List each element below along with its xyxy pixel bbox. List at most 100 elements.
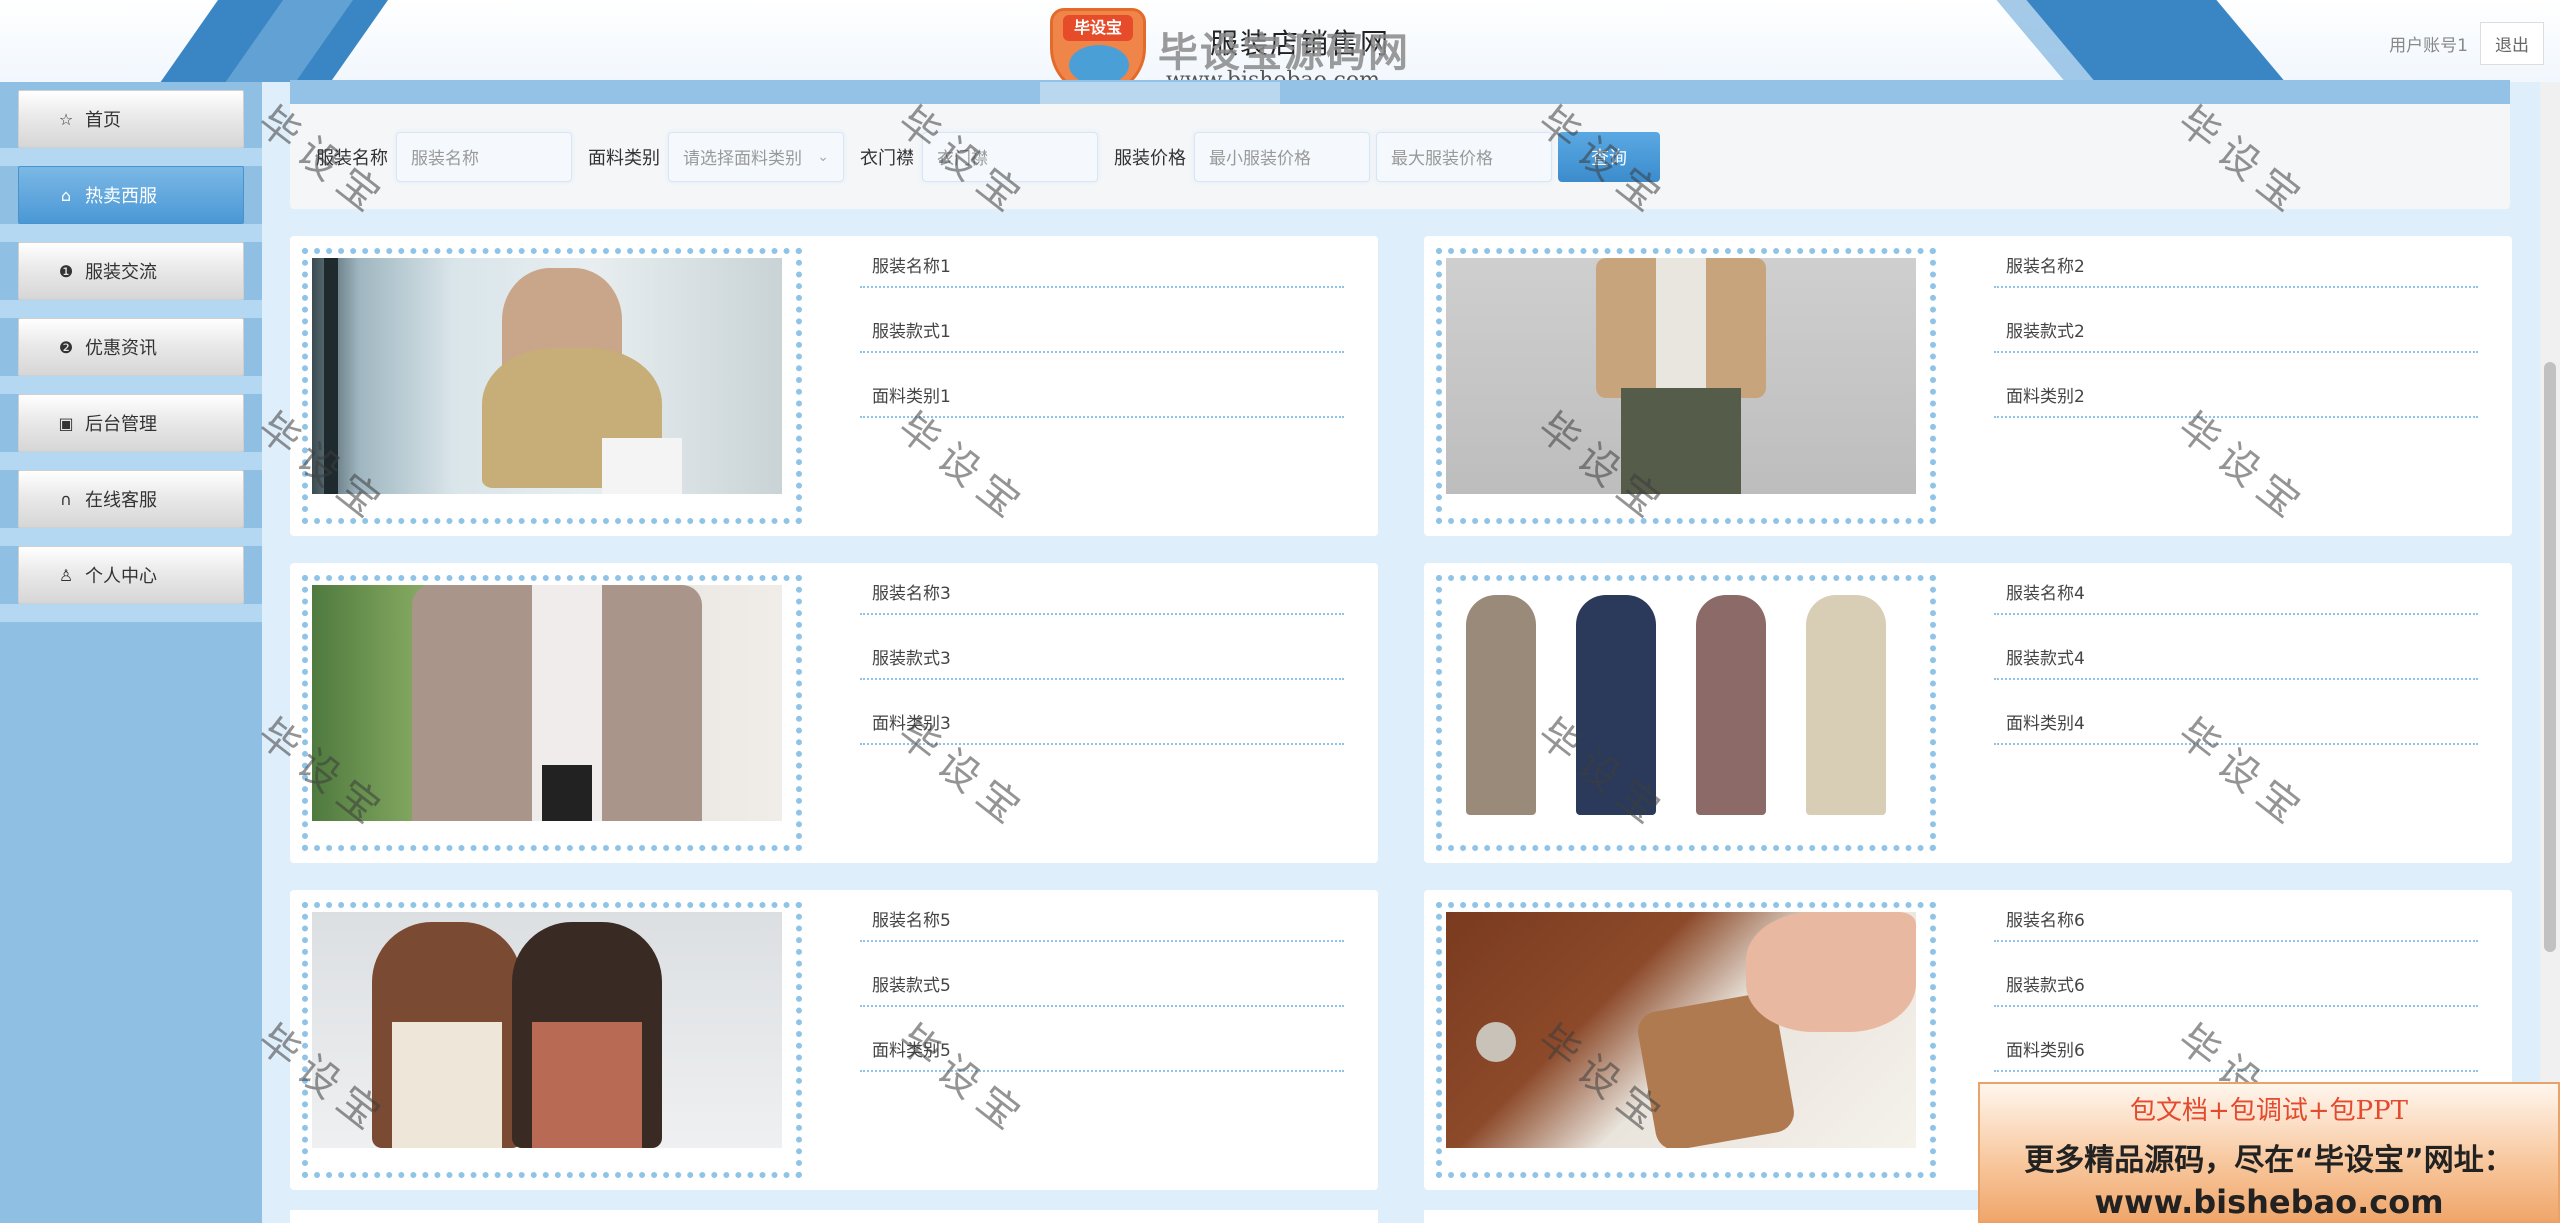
product-fabric: 面料类别1: [860, 376, 1344, 418]
sidebar-item-discount-news[interactable]: ❷ 优惠资讯: [18, 318, 244, 376]
min-price-placeholder: 最小服装价格: [1209, 149, 1311, 169]
product-style: 服装款式4: [1994, 638, 2478, 680]
product-style: 服装款式2: [1994, 311, 2478, 353]
bag-icon: ⌂: [60, 185, 72, 205]
product-name: 服装名称4: [1994, 573, 2478, 615]
price-label: 服装价格: [1114, 147, 1186, 169]
sidebar-item-label: 首页: [85, 110, 121, 131]
header-band: [290, 80, 2510, 104]
sidebar-divider: [0, 452, 262, 470]
next-card-edge: [1424, 1210, 1978, 1223]
product-fabric: 面料类别2: [1994, 376, 2478, 418]
fabric-label: 面料类别: [588, 147, 660, 169]
user-icon: ♙: [58, 565, 74, 585]
logo-face-icon: [1069, 45, 1129, 82]
sidebar-item-label: 个人中心: [85, 566, 157, 587]
sketch-figure-shape: [1466, 595, 1536, 815]
promo-url[interactable]: www.bishebao.com: [1980, 1183, 2558, 1221]
sidebar-divider: [0, 300, 262, 318]
max-price-placeholder: 最大服装价格: [1391, 149, 1493, 169]
user-account-label[interactable]: 用户账号1: [2389, 31, 2468, 56]
pants-shape: [542, 765, 592, 821]
sketch-figure-shape: [1576, 595, 1656, 815]
product-name: 服装名称3: [860, 573, 1344, 615]
sidebar-item-admin[interactable]: ▣ 后台管理: [18, 394, 244, 452]
max-price-input[interactable]: 最大服装价格: [1376, 131, 1552, 182]
product-image[interactable]: [312, 585, 782, 821]
trousers-shape: [1621, 388, 1741, 494]
next-card-edge: [290, 1210, 1378, 1223]
logout-button[interactable]: 退出: [2480, 22, 2544, 65]
placket-label: 衣门襟: [860, 147, 914, 169]
button-shape: [1476, 1022, 1516, 1062]
sidebar-divider: [0, 528, 262, 546]
product-style: 服装款式5: [860, 965, 1344, 1007]
product-card[interactable]: 服装名称5 服装款式5 面料类别5: [290, 890, 1378, 1190]
query-button[interactable]: 查询: [1558, 131, 1660, 182]
sidebar-divider: [0, 148, 262, 166]
logo-badge-icon: 毕设宝: [1050, 8, 1146, 82]
name-placeholder: 服装名称: [411, 149, 479, 169]
placket-search-input[interactable]: 衣门襟: [922, 131, 1098, 182]
promo-line1: 包文档+包调试+包PPT: [2130, 1096, 2408, 1126]
product-image[interactable]: [1446, 258, 1916, 494]
header-band-tab: [1040, 82, 1280, 104]
product-name: 服装名称5: [860, 900, 1344, 942]
promo-banner[interactable]: 包文档+包调试+包PPT 更多精品源码，尽在“毕设宝”网址： www.bishe…: [1978, 1082, 2560, 1223]
page-scrollbar[interactable]: [2540, 82, 2560, 1223]
user-area: 用户账号1 退出: [2389, 22, 2544, 65]
product-card[interactable]: 服装名称3 服装款式3 面料类别3: [290, 563, 1378, 863]
sidebar-item-personal-center[interactable]: ♙ 个人中心: [18, 546, 244, 604]
product-style: 服装款式3: [860, 638, 1344, 680]
stool-shape: [602, 438, 682, 494]
window-frame-shape: [324, 258, 338, 494]
fabric-placeholder: 请选择面料类别: [683, 149, 802, 169]
sidebar-item-clothing-exchange[interactable]: ❶ 服装交流: [18, 242, 244, 300]
sidebar-item-home[interactable]: ☆ 首页: [18, 90, 244, 148]
placket-placeholder: 衣门襟: [937, 149, 988, 169]
sidebar-item-label: 优惠资讯: [85, 338, 157, 359]
sidebar-item-online-service[interactable]: ∩ 在线客服: [18, 470, 244, 528]
hand-shape: [1746, 912, 1916, 1032]
chevron-down-icon: ⌄: [817, 148, 829, 165]
product-card[interactable]: 服装名称1 服装款式1 面料类别1: [290, 236, 1378, 536]
product-fabric: 面料类别6: [1994, 1030, 2478, 1072]
fabric-select[interactable]: 请选择面料类别 ⌄: [668, 131, 844, 182]
sidebar-item-label: 热卖西服: [85, 186, 157, 207]
logo-badge-text: 毕设宝: [1063, 15, 1133, 41]
help-icon: ❷: [58, 337, 74, 357]
star-icon: ☆: [58, 109, 74, 129]
logo: 毕设宝 毕设宝源码网 www.bishebao.com: [1050, 8, 1430, 82]
search-panel: 服装名称 服装名称 面料类别 请选择面料类别 ⌄ 衣门襟 衣门襟 服装价格 最小…: [290, 104, 2510, 209]
product-fabric: 面料类别3: [860, 703, 1344, 745]
sidebar-divider: [0, 376, 262, 394]
product-image[interactable]: [312, 258, 782, 494]
promo-line2: 更多精品源码，尽在“毕设宝”网址：: [2024, 1143, 2514, 1178]
product-card[interactable]: 服装名称4 服装款式4 面料类别4: [1424, 563, 2512, 863]
min-price-input[interactable]: 最小服装价格: [1194, 131, 1370, 182]
shirt-shape: [1656, 258, 1706, 388]
sketch-figure-shape: [1806, 595, 1886, 815]
product-fabric: 面料类别5: [860, 1030, 1344, 1072]
product-image[interactable]: [312, 912, 782, 1148]
sidebar-item-label: 在线客服: [85, 490, 157, 511]
sketch-figure-shape: [1696, 595, 1766, 815]
product-name: 服装名称2: [1994, 246, 2478, 288]
sidebar-divider: [0, 224, 262, 242]
product-name: 服装名称1: [860, 246, 1344, 288]
product-style: 服装款式1: [860, 311, 1344, 353]
name-search-input[interactable]: 服装名称: [396, 131, 572, 182]
headset-icon: ∩: [60, 489, 72, 509]
briefcase-icon: ▣: [58, 413, 74, 433]
sidebar-divider: [0, 604, 262, 622]
name-label: 服装名称: [316, 147, 388, 169]
apron-shape: [392, 1022, 502, 1148]
sidebar-item-label: 服装交流: [85, 262, 157, 283]
product-image[interactable]: [1446, 912, 1916, 1148]
apron-shape: [532, 1022, 642, 1148]
product-card[interactable]: 服装名称2 服装款式2 面料类别2: [1424, 236, 2512, 536]
product-image[interactable]: [1446, 585, 1916, 821]
product-style: 服装款式6: [1994, 965, 2478, 1007]
sidebar-item-hot-suits[interactable]: ⌂ 热卖西服: [18, 166, 244, 224]
scrollbar-thumb[interactable]: [2544, 362, 2556, 952]
